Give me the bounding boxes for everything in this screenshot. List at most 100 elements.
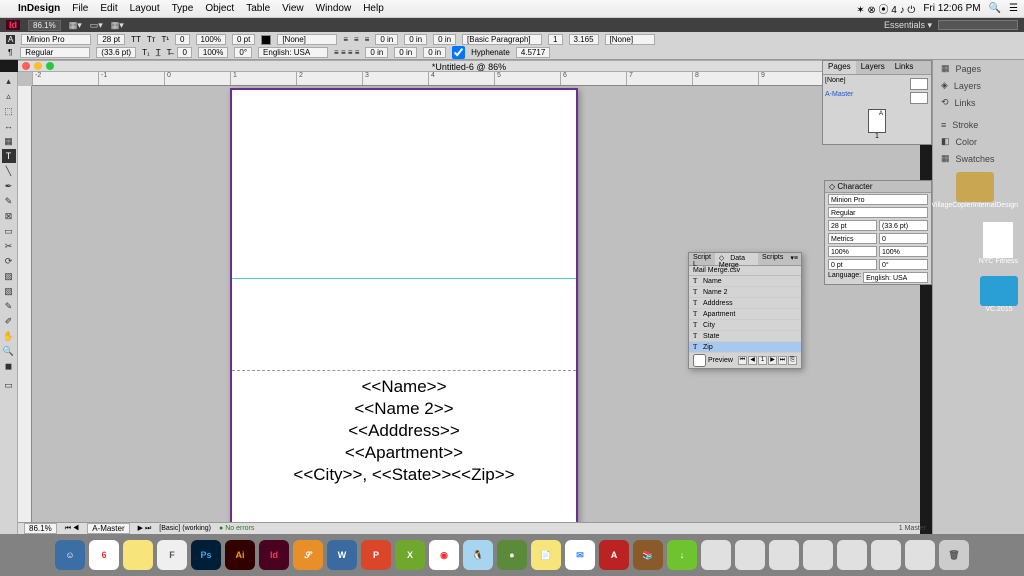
menu-help[interactable]: Help [363,3,384,14]
merge-field-name[interactable]: TName [689,276,801,287]
menu-file[interactable]: File [72,3,88,14]
char-size[interactable]: 28 pt [828,220,877,231]
char-style[interactable]: Regular [828,207,928,218]
dock-app[interactable]: A [599,540,629,570]
parastyle-field[interactable]: [Basic Paragraph] [462,34,542,45]
mini-layers[interactable]: ◈ Layers [933,77,1024,94]
line-tool[interactable]: ╲ [2,164,16,178]
last-record-icon[interactable]: ⏭ [778,356,787,365]
dock-app[interactable]: 🗑 [939,540,969,570]
char-language[interactable]: English: USA [863,272,928,283]
dock-app[interactable]: 📄 [531,540,561,570]
dock-app[interactable]: 📚 [633,540,663,570]
y-field[interactable]: 4.5717 [516,47,550,58]
selection-tool[interactable]: ▴ [2,74,16,88]
panel-menu-icon[interactable]: ▾≡ [787,253,801,265]
dock-app[interactable] [871,540,901,570]
zoom-window-icon[interactable] [46,62,54,70]
first-line-field[interactable]: 0 in [365,47,388,58]
mini-swatches[interactable]: ▦ Swatches [933,150,1024,167]
preflight-status[interactable]: ● No errors [219,525,254,532]
page-nav-icon[interactable]: ▶ ⏭ [138,524,152,533]
vertical-ruler[interactable] [18,86,32,522]
arrange-icon[interactable]: ▦▾ [111,20,124,31]
char-leading[interactable]: (33.6 pt) [879,220,928,231]
menu-window[interactable]: Window [316,3,352,14]
character-panel-title[interactable]: ◇ Character [825,181,931,193]
gap-tool[interactable]: ↔ [2,119,16,133]
pen-tool[interactable]: ✒ [2,179,16,193]
gradient-swatch-tool[interactable]: ▨ [2,269,16,283]
char-font[interactable]: Minion Pro [828,194,928,205]
workspace-switcher[interactable]: Essentials ▾ [884,20,932,31]
dock-app[interactable] [701,540,731,570]
menu-edit[interactable]: Edit [100,3,117,14]
master-a[interactable]: A-Master [825,91,853,98]
dock-app[interactable]: ◉ [429,540,459,570]
note-tool[interactable]: ✎ [2,299,16,313]
hyphenate-checkbox[interactable] [452,46,465,59]
superscript-icon[interactable]: T¹ [161,35,169,44]
horizontal-ruler[interactable]: -2-10123456789 [32,72,920,86]
dock-app[interactable]: ☺ [55,540,85,570]
dock-app[interactable]: ✉ [565,540,595,570]
columns-field[interactable]: 1 [548,34,562,45]
rectangle-frame-tool[interactable]: ⊠ [2,209,16,223]
desktop-folder-2[interactable]: VC.2015 [980,276,1018,313]
rectangle-tool[interactable]: ▭ [2,224,16,238]
baseline-field[interactable]: 0 pt [232,34,255,45]
dock-app[interactable]: Ps [191,540,221,570]
data-merge-panel[interactable]: Script L ◇ Data Merge Scripts ▾≡ Mail Me… [688,252,802,369]
page-nav-icon[interactable]: ⏮ ◀ [65,525,80,533]
pencil-tool[interactable]: ✎ [2,194,16,208]
x-field[interactable]: 3.165 [569,34,599,45]
notification-icon[interactable]: ☰ [1009,3,1018,14]
tab-data-merge[interactable]: ◇ Data Merge [715,253,758,265]
dock-app[interactable] [769,540,799,570]
smallcaps-icon[interactable]: Tᴛ [147,35,156,44]
type-tool[interactable]: T [2,149,16,163]
fill-icon[interactable] [261,35,271,45]
prev-record-icon[interactable]: ◀ [748,356,757,365]
underline-icon[interactable]: T̲ [156,48,161,57]
hscale-field[interactable]: 100% [198,47,228,58]
mini-color[interactable]: ◧ Color [933,133,1024,150]
merge-field-zip[interactable]: TZip [689,342,801,353]
dock-app[interactable]: 🐧 [463,540,493,570]
dock-app[interactable] [837,540,867,570]
minimize-window-icon[interactable] [34,62,42,70]
space-after-field[interactable]: 0 in [423,47,446,58]
vscale-field[interactable]: 100% [196,34,226,45]
skew-field[interactable]: 0° [234,47,252,58]
indent-left-field[interactable]: 0 in [375,34,398,45]
menubar-clock[interactable]: Fri 12:06 PM [923,3,980,14]
zoom-tool[interactable]: 🔍 [2,344,16,358]
merge-field-state[interactable]: TState [689,331,801,342]
tab-links[interactable]: Links [890,61,919,74]
status-zoom[interactable]: 86.1% [24,523,57,534]
indent-right-field[interactable]: 0 in [404,34,427,45]
dock-app[interactable]: ↓ [667,540,697,570]
desktop-file-1[interactable]: NYC Fitness [979,222,1018,265]
close-window-icon[interactable] [22,62,30,70]
para-formatting-icon[interactable]: ¶ [6,48,14,57]
strike-icon[interactable]: T̶ [167,48,172,57]
tab-layers[interactable]: Layers [856,61,890,74]
master-none-thumb[interactable] [910,78,928,90]
dock-app[interactable]: 6 [89,540,119,570]
dock-app[interactable]: F [157,540,187,570]
dock-app[interactable] [803,540,833,570]
first-record-icon[interactable]: ⏮ [738,356,747,365]
char-skew[interactable]: 0° [879,259,928,270]
language-field[interactable]: English: USA [258,47,328,58]
char-baseline[interactable]: 0 pt [828,259,877,270]
screen-mode-icon[interactable]: ▭▾ [90,20,103,31]
objstyle-field[interactable]: [None] [605,34,655,45]
dock-app[interactable] [905,540,935,570]
direct-selection-tool[interactable]: ▵ [2,89,16,103]
scissors-tool[interactable]: ✂ [2,239,16,253]
merge-field-address[interactable]: TAdddress [689,298,801,309]
gradient-feather-tool[interactable]: ▧ [2,284,16,298]
dock-app[interactable]: Ai [225,540,255,570]
view-mode-icon[interactable]: ▭ [2,378,16,392]
